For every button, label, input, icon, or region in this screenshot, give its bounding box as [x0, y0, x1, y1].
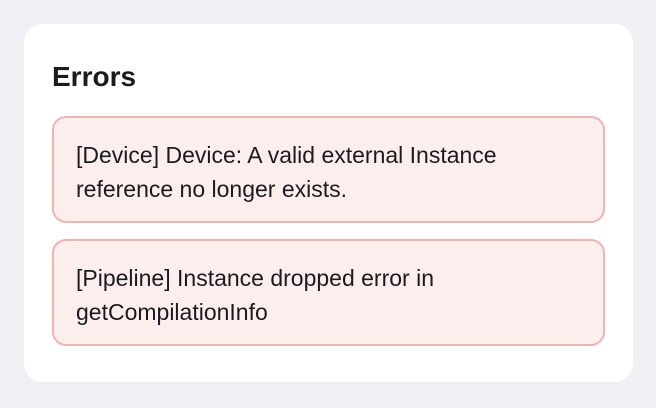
error-item-pipeline: [Pipeline] Instance dropped error in get… [52, 239, 605, 346]
errors-panel: Errors [Device] Device: A valid external… [24, 24, 633, 382]
error-list: [Device] Device: A valid external Instan… [52, 116, 605, 346]
error-item-device: [Device] Device: A valid external Instan… [52, 116, 605, 223]
panel-title: Errors [52, 61, 137, 92]
error-message: [Pipeline] Instance dropped error in get… [76, 265, 434, 325]
error-message: [Device] Device: A valid external Instan… [76, 142, 497, 202]
